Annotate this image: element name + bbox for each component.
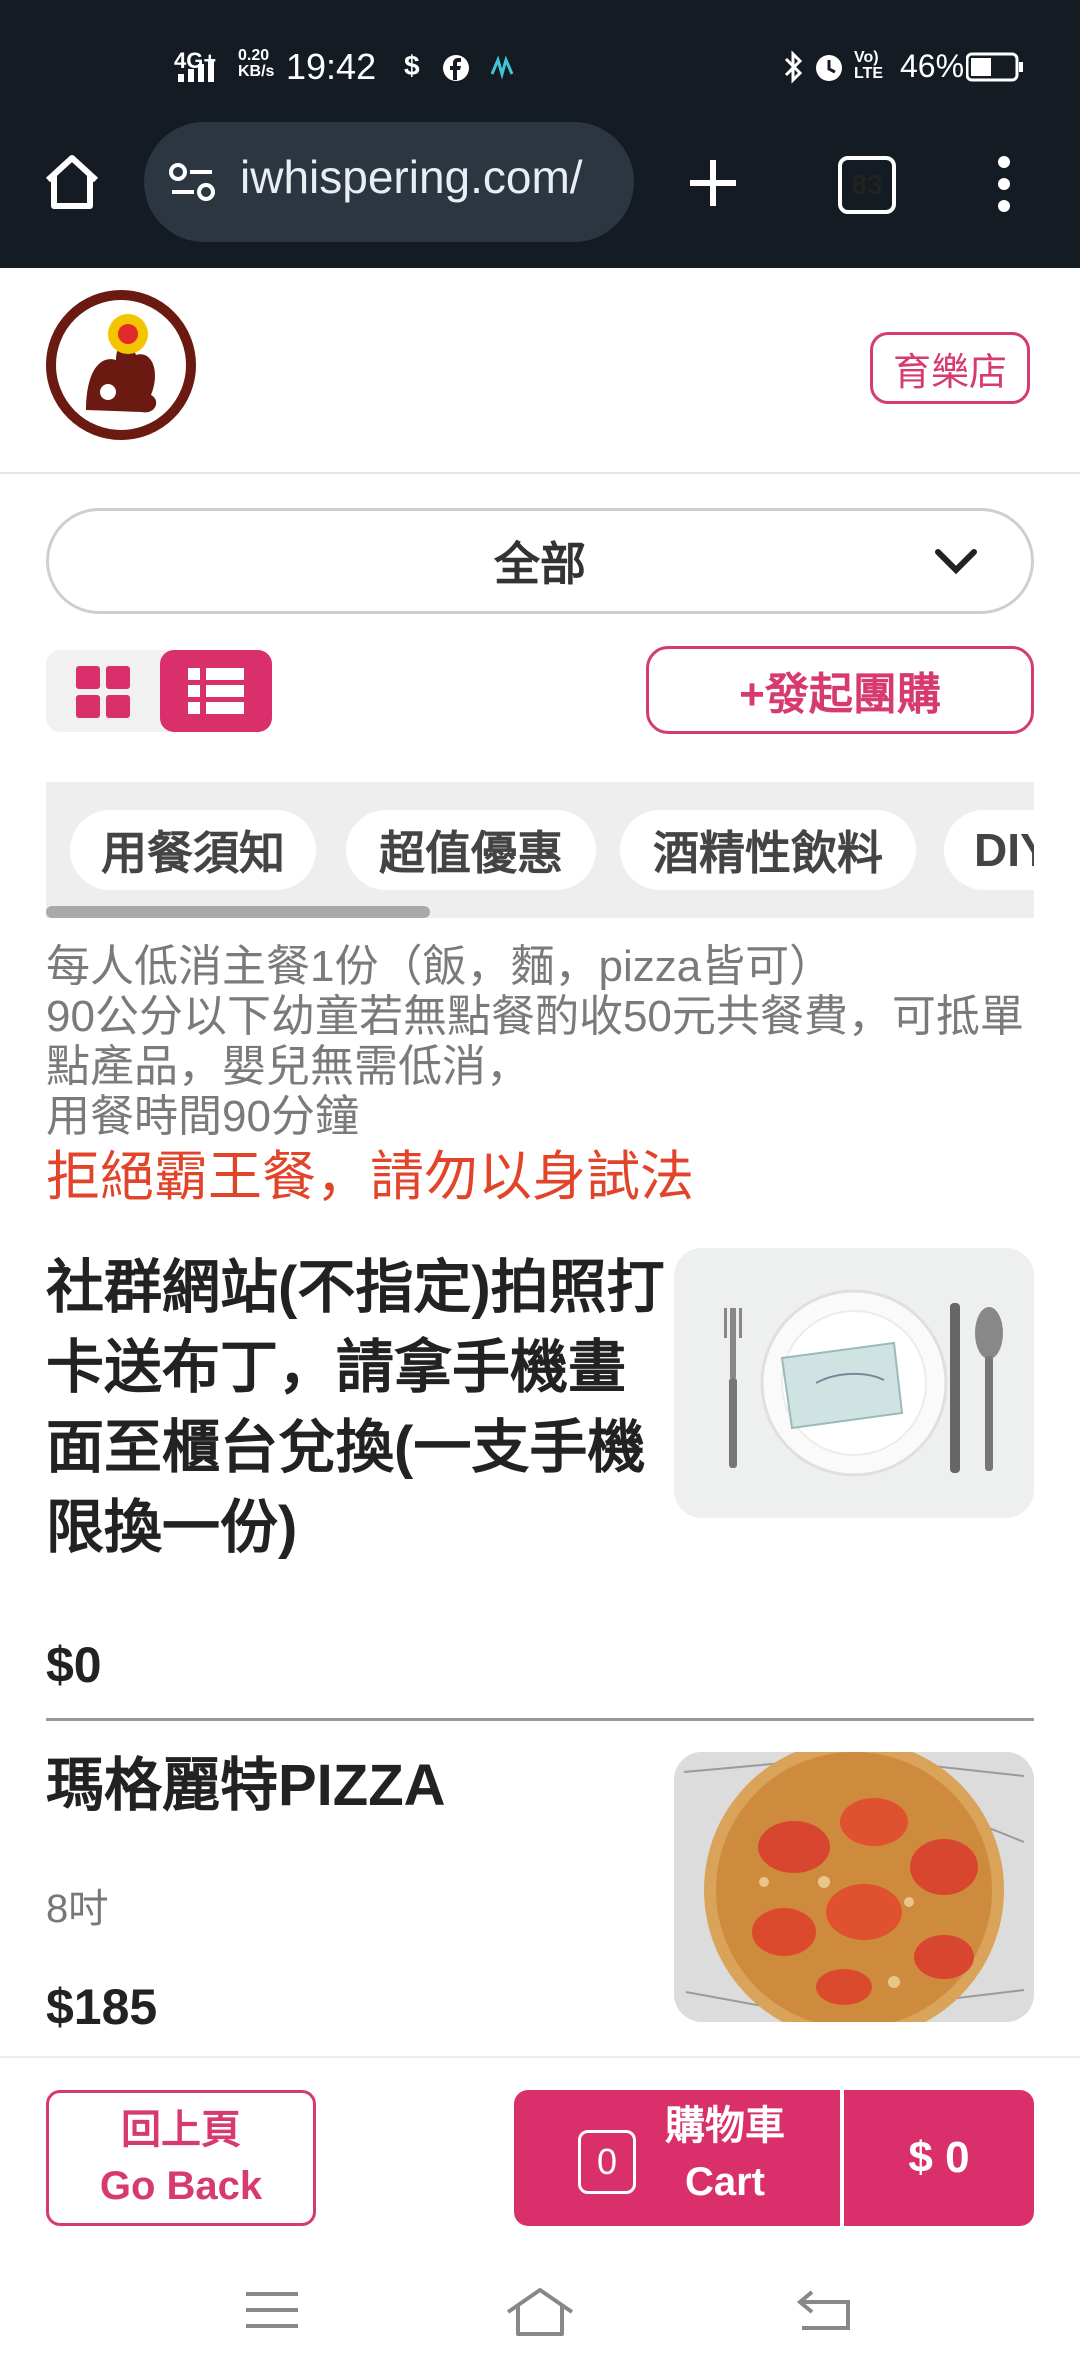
item-image[interactable] (674, 1248, 1034, 1518)
item-title[interactable]: 社群網站(不指定)拍照打卡送布丁，請拿手機畫面至櫃台兌換(一支手機限換一份) (46, 1248, 666, 1568)
volte-icon: Vo) LTE (854, 49, 884, 82)
nav-back-icon[interactable] (794, 2288, 852, 2332)
go-back-label-en: Go Back (99, 2164, 263, 2208)
cart-label-zh: 購物車 (665, 2104, 785, 2148)
item-image[interactable] (674, 1752, 1034, 2022)
home-icon[interactable] (40, 150, 104, 214)
tabs-scrollbar[interactable] (46, 906, 430, 918)
store-selector-button[interactable]: 育樂店 (870, 332, 1030, 404)
status-bar: 4G+ 0.20 KB/s 19:42 $ Vo) LTE 46% (0, 0, 1080, 130)
chevron-down-icon (935, 549, 977, 575)
signal-icon (178, 59, 214, 82)
alarm-icon (816, 55, 842, 81)
battery-icon (966, 52, 1023, 82)
url-text[interactable]: iwhispering.com/ (240, 150, 583, 204)
item-title[interactable]: 瑪格麗特PIZZA (46, 1746, 666, 1826)
menu-icon[interactable] (990, 154, 1018, 214)
item-subtitle: 8吋 (46, 1887, 109, 1931)
cart-label: 購物車 Cart (650, 2098, 800, 2210)
bluetooth-icon (784, 50, 803, 84)
site-logo[interactable] (46, 290, 196, 440)
cart-count-badge: 0 (578, 2130, 636, 2194)
nav-home-icon[interactable] (504, 2286, 576, 2338)
app-icon (490, 55, 514, 80)
recent-apps-icon[interactable] (244, 2290, 300, 2330)
tab-deals[interactable]: 超值優惠 (346, 810, 596, 890)
cart-total-button[interactable]: $ 0 (844, 2090, 1034, 2226)
new-tab-icon[interactable] (686, 156, 740, 210)
dining-notice: 每人低消主餐1份（飯，麵，pizza皆可） 90公分以下幼童若無點餐酌收50元共… (46, 942, 1036, 1142)
start-group-buy-button[interactable]: +發起團購 (646, 646, 1034, 734)
tab-dining-info[interactable]: 用餐須知 (70, 810, 316, 890)
grid-view-button[interactable] (70, 664, 136, 720)
network-speed: 0.20 KB/s (238, 47, 275, 80)
tab-diy[interactable]: DIY (944, 810, 1034, 890)
item-divider (46, 1718, 1034, 1721)
dollar-icon: $ (404, 50, 420, 81)
tabs-button[interactable]: 83 (838, 156, 896, 214)
site-settings-icon[interactable] (168, 160, 216, 204)
notice-line: 90公分以下幼童若無點餐酌收50元共餐費，可抵單點產品，嬰兒無需低消， (46, 992, 1024, 1091)
tab-alcoholic-drinks[interactable]: 酒精性飲料 (620, 810, 916, 890)
category-filter-dropdown[interactable]: 全部 (46, 508, 1034, 614)
clock: 19:42 (286, 46, 377, 87)
item-price: $0 (46, 1637, 102, 1693)
cart-label-en: Cart (684, 2160, 766, 2204)
facebook-icon (443, 55, 469, 81)
notice-warning: 拒絕霸王餐，請勿以身試法 (46, 1147, 694, 1207)
list-view-button[interactable] (160, 650, 272, 732)
item-price: $185 (46, 1979, 158, 2035)
category-tabs: 用餐須知 超值優惠 酒精性飲料 DIY (46, 782, 1034, 918)
battery-level: 46% (900, 48, 965, 84)
go-back-label-zh: 回上頁 (121, 2108, 241, 2152)
go-back-button[interactable]: 回上頁 Go Back (46, 2090, 316, 2226)
list-icon (188, 668, 244, 714)
notice-line: 每人低消主餐1份（飯，麵，pizza皆可） (46, 942, 834, 991)
